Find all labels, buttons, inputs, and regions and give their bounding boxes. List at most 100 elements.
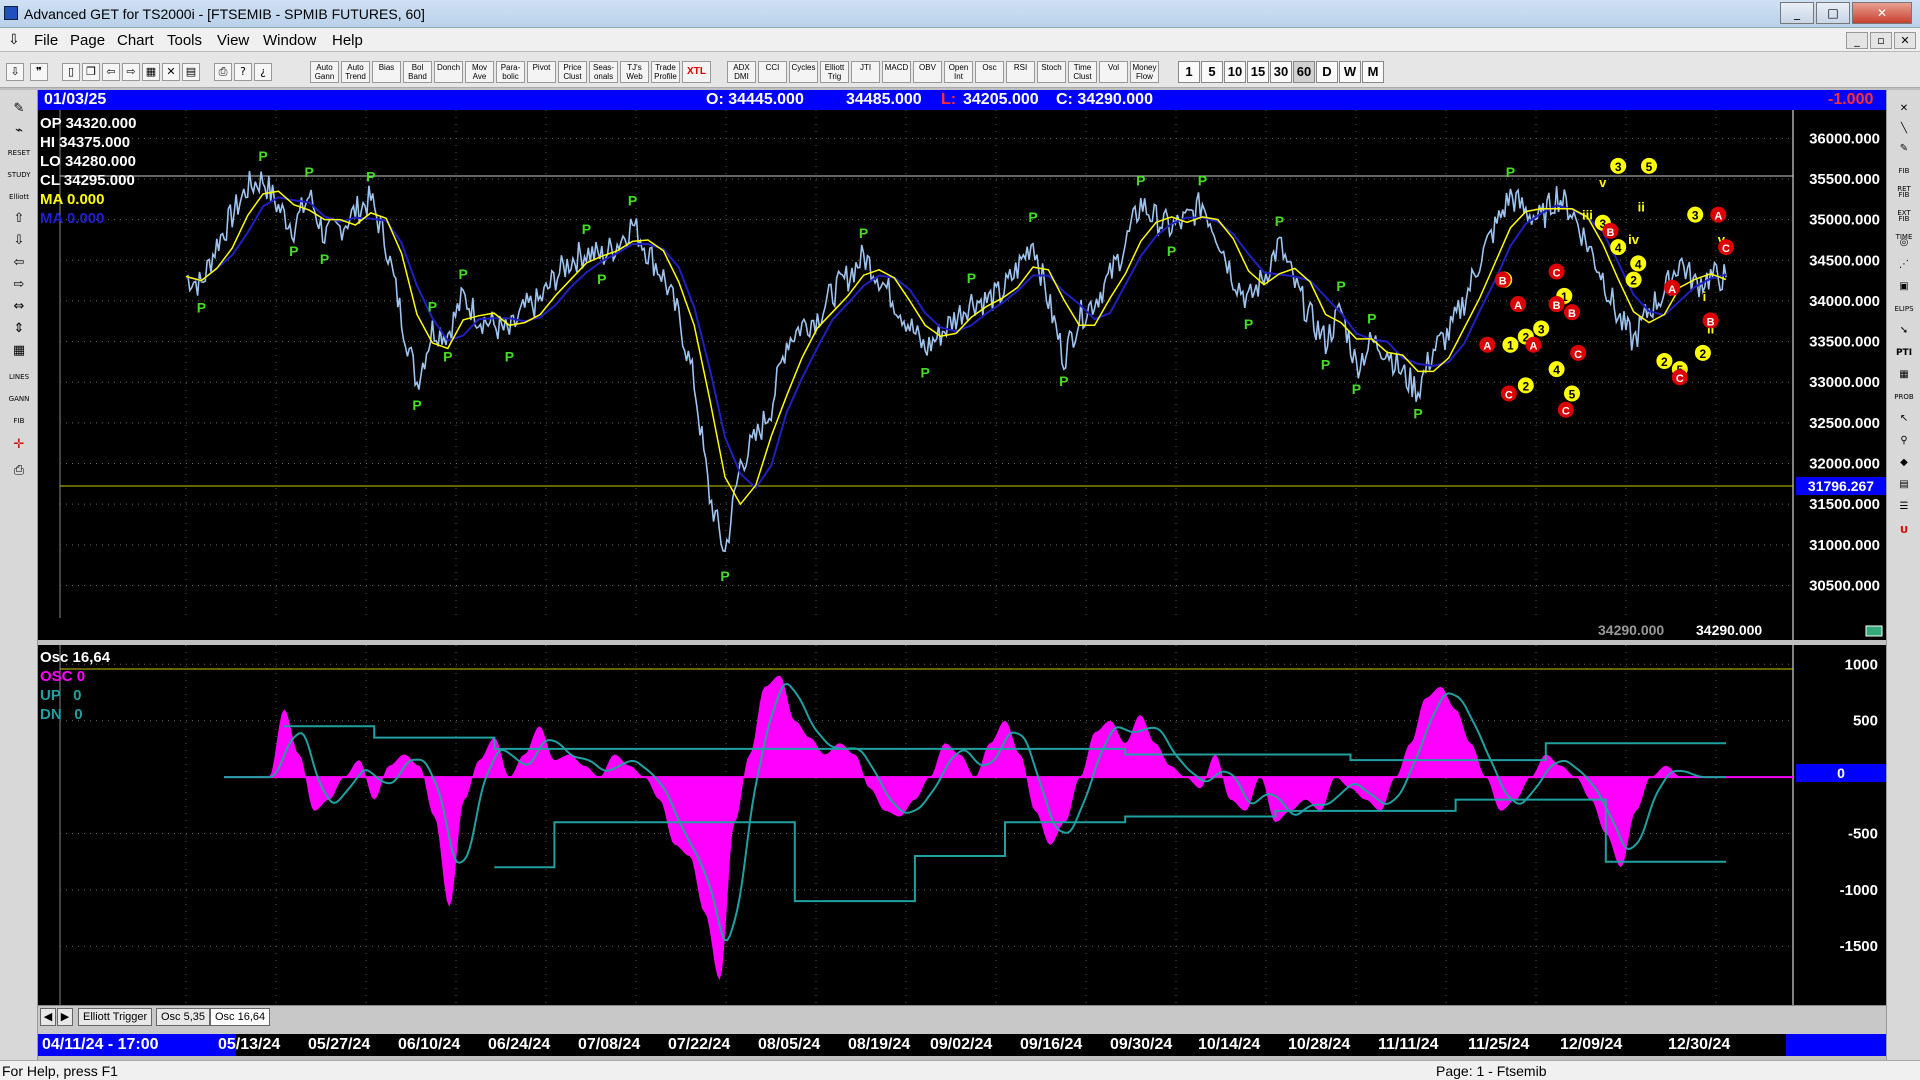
- forward-icon[interactable]: ⇨: [122, 63, 140, 81]
- circle-tool-icon[interactable]: ◎: [1891, 234, 1917, 252]
- help-icon[interactable]: ¿: [254, 63, 272, 81]
- study-button-obv[interactable]: OBV: [913, 61, 942, 83]
- copy-icon[interactable]: ❐: [82, 63, 100, 81]
- left-arrow-icon[interactable]: ⇦: [5, 254, 33, 272]
- crosshair-icon[interactable]: ✛: [5, 436, 33, 454]
- fib-button[interactable]: FIB: [5, 412, 33, 430]
- elips-button[interactable]: ELIPS: [1891, 300, 1917, 318]
- expand-icon[interactable]: ⇕: [5, 320, 33, 338]
- elliott-button[interactable]: Elliott: [5, 188, 33, 206]
- print-icon[interactable]: ⎙: [5, 462, 33, 480]
- tf-60[interactable]: 60: [1293, 61, 1315, 83]
- fib-ext-button[interactable]: FIB EXT: [1891, 186, 1917, 217]
- zoom-icon[interactable]: ⚲: [1891, 432, 1917, 450]
- study-button-stoch[interactable]: Stoch: [1037, 61, 1066, 83]
- grid-icon[interactable]: ▦: [5, 342, 33, 360]
- study-button-money-flow[interactable]: Money Flow: [1130, 61, 1159, 83]
- study-button-rsi[interactable]: RSI: [1006, 61, 1035, 83]
- study-button-seas-onals[interactable]: Seas- onals: [589, 61, 618, 83]
- grid-tool-icon[interactable]: ▦: [1891, 366, 1917, 384]
- study-button-auto-trend[interactable]: Auto Trend: [341, 61, 370, 83]
- tab-osc-16-64[interactable]: Osc 16,64: [210, 1008, 271, 1026]
- cross-icon[interactable]: ✕: [1891, 100, 1917, 118]
- fib-time-button[interactable]: FIB TIME: [1891, 210, 1917, 241]
- tf-m[interactable]: M: [1362, 61, 1384, 83]
- menu-view[interactable]: View: [217, 32, 249, 49]
- right-arrow-icon[interactable]: ⇨: [5, 276, 33, 294]
- tf-15[interactable]: 15: [1247, 61, 1269, 83]
- pen-tool-icon[interactable]: ✎: [1891, 140, 1917, 158]
- magnet-icon[interactable]: U: [1891, 522, 1917, 540]
- compress-icon[interactable]: ⇔: [5, 298, 33, 316]
- study-button-bias[interactable]: Bias: [372, 61, 401, 83]
- study-button-cycles[interactable]: Cycles: [789, 61, 818, 83]
- hint-icon[interactable]: ?: [234, 63, 252, 81]
- fib-ret-button[interactable]: FIB RET: [1891, 162, 1917, 193]
- gann-button[interactable]: GANN: [5, 390, 33, 408]
- reset-button[interactable]: RESET: [5, 144, 33, 162]
- tf-d[interactable]: D: [1316, 61, 1338, 83]
- tab-elliott-trigger[interactable]: Elliott Trigger: [78, 1008, 153, 1026]
- tf-10[interactable]: 10: [1224, 61, 1246, 83]
- layout-icon[interactable]: ▤: [182, 63, 200, 81]
- price-chart-panel[interactable]: 36000.000 35500.000 35000.000 34500.000 3400…: [38, 110, 1886, 640]
- menu-window[interactable]: Window: [263, 32, 316, 49]
- study-button-bol-band[interactable]: Bol Band: [403, 61, 432, 83]
- tf-1[interactable]: 1: [1178, 61, 1200, 83]
- cursor-icon[interactable]: ↖: [1891, 410, 1917, 428]
- study-button-vol[interactable]: Vol: [1099, 61, 1128, 83]
- marker-icon[interactable]: ◆: [1891, 454, 1917, 472]
- pti-button[interactable]: PTI: [1891, 344, 1917, 362]
- lines-button[interactable]: LINES: [5, 368, 33, 386]
- grid-icon[interactable]: ▦: [142, 63, 160, 81]
- study-button-mov-ave[interactable]: Mov Ave: [465, 61, 494, 83]
- list-icon[interactable]: ☰: [1891, 498, 1917, 516]
- minimize-button[interactable]: _: [1780, 2, 1814, 24]
- new-icon[interactable]: ▯: [62, 63, 80, 81]
- study-button-pivot[interactable]: Pivot: [527, 61, 556, 83]
- pin-icon[interactable]: ⇩: [6, 63, 24, 81]
- maximize-button[interactable]: □: [1816, 2, 1850, 24]
- back-icon[interactable]: ⇦: [102, 63, 120, 81]
- study-button[interactable]: STUDY: [5, 166, 33, 184]
- menu-page[interactable]: Page: [70, 32, 105, 49]
- oscillator-panel[interactable]: 1000 500 -500 -1000 -1500 Osc 16,64 OSC 0 UP…: [38, 645, 1886, 1005]
- study-button-xtl[interactable]: XTL: [682, 61, 711, 83]
- prob-button[interactable]: PROB: [1891, 388, 1917, 406]
- menu-file[interactable]: File: [34, 32, 58, 49]
- print-icon[interactable]: ⎙: [214, 63, 232, 81]
- study-button-tj-s-web[interactable]: TJ's Web: [620, 61, 649, 83]
- quote-icon[interactable]: ❞: [30, 63, 48, 81]
- chart-icon[interactable]: ⌁: [5, 122, 33, 140]
- study-button-adx-dmi[interactable]: ADX DMI: [727, 61, 756, 83]
- tab-scroll-right[interactable]: ▶: [57, 1008, 73, 1026]
- study-button-para-bolic[interactable]: Para- bolic: [496, 61, 525, 83]
- box-tool-icon[interactable]: ▣: [1891, 278, 1917, 296]
- study-button-open-int[interactable]: Open Int: [944, 61, 973, 83]
- tab-scroll-left[interactable]: ◀: [40, 1008, 56, 1026]
- study-button-donch[interactable]: Donch: [434, 61, 463, 83]
- tf-30[interactable]: 30: [1270, 61, 1292, 83]
- study-button-price-clust[interactable]: Price Clust: [558, 61, 587, 83]
- price-chart[interactable]: 36000.000 35500.000 35000.000 34500.000 3400…: [38, 110, 1886, 640]
- oscillator-chart[interactable]: 1000 500 -500 -1000 -1500: [38, 645, 1886, 1005]
- tf-5[interactable]: 5: [1201, 61, 1223, 83]
- study-button-time-clust[interactable]: Time Clust: [1068, 61, 1097, 83]
- mdi-close-button[interactable]: ✕: [1894, 32, 1916, 49]
- study-button-cci[interactable]: CCI: [758, 61, 787, 83]
- menu-help[interactable]: Help: [332, 32, 363, 49]
- mdi-minimize-button[interactable]: _: [1846, 32, 1868, 49]
- tf-w[interactable]: W: [1339, 61, 1361, 83]
- line-tool-icon[interactable]: ╲: [1891, 120, 1917, 138]
- pencil-icon[interactable]: ✎: [5, 100, 33, 118]
- study-button-jti[interactable]: JTI: [851, 61, 880, 83]
- study-button-osc[interactable]: Osc: [975, 61, 1004, 83]
- delete-icon[interactable]: ✕: [162, 63, 180, 81]
- ruler-icon[interactable]: ▤: [1891, 476, 1917, 494]
- up-arrow-icon[interactable]: ⇧: [5, 210, 33, 228]
- close-button[interactable]: ✕: [1852, 2, 1912, 24]
- study-button-elliott-trig[interactable]: Elliott Trig: [820, 61, 849, 83]
- study-button-auto-gann[interactable]: Auto Gann: [310, 61, 339, 83]
- mdi-restore-button[interactable]: ▫: [1870, 32, 1892, 49]
- arrow-tool-icon[interactable]: ➘: [1891, 322, 1917, 340]
